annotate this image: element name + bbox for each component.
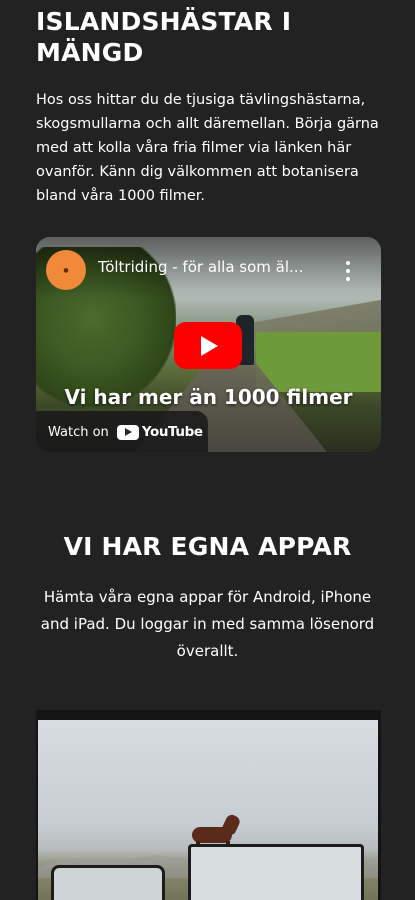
video-overlay-text: Vi har mer än 1000 filmer — [64, 385, 353, 409]
youtube-logo-icon — [116, 424, 139, 440]
intro-paragraph: Hos oss hittar du de tjusiga tävlingshäs… — [36, 92, 379, 204]
youtube-wordmark: YouTube — [141, 424, 203, 440]
watch-on-youtube-button[interactable]: Watch on YouTube — [36, 411, 208, 452]
channel-avatar[interactable]: ● — [46, 250, 86, 290]
section-title-apps: VI HAR EGNA APPAR — [63, 532, 352, 561]
apps-paragraph: Hämta våra egna appar för Android, iPhon… — [40, 588, 375, 660]
video-title[interactable]: Töltriding - för alla som äl... — [98, 258, 318, 276]
section-title-islandshastar: ISLANDSHÄSTAR I MÄNGD — [36, 7, 292, 67]
video-thumbnail-field — [256, 332, 381, 392]
devices-image — [36, 710, 381, 900]
more-options-icon[interactable] — [345, 261, 351, 281]
tablet-device-mockup — [188, 844, 364, 900]
play-button-icon[interactable] — [174, 322, 242, 369]
watch-on-label: Watch on — [48, 424, 109, 440]
youtube-video-embed[interactable]: ● Töltriding - för alla som äl... Vi har… — [36, 237, 381, 452]
phone-device-mockup — [51, 865, 165, 900]
